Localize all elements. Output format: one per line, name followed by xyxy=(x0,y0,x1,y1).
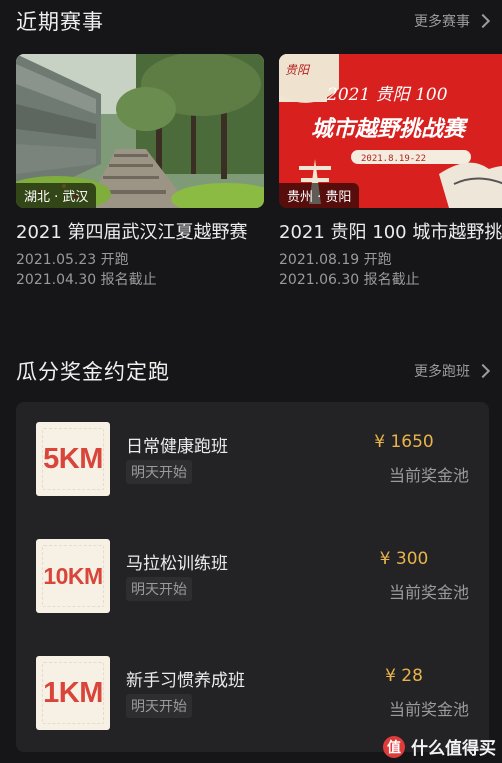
event-card-guiyang[interactable]: 贵阳 2021 贵阳 100 城市越野挑战赛 2021.8.19-22 贵州 ·… xyxy=(279,54,502,290)
poster-title-2: 城市越野挑战赛 xyxy=(311,116,469,142)
bonus-runs-card: 5KM 日常健康跑班 明天开始 ¥ 1650 当前奖金池 10KM 马拉松训练班… xyxy=(16,402,489,752)
more-events-link[interactable]: 更多赛事 xyxy=(414,11,491,31)
more-events-label: 更多赛事 xyxy=(414,14,470,30)
event-registration-deadline: 2021.06.30 报名截止 xyxy=(279,272,420,288)
event-name: 2021 贵阳 100 城市越野挑战赛 xyxy=(279,222,502,243)
event-location-badge: 贵州 · 贵阳 xyxy=(279,183,360,208)
poster-date: 2021.8.19-22 xyxy=(361,154,426,164)
start-tag: 明天开始 xyxy=(126,460,192,484)
run-class-row[interactable]: 1KM 新手习惯养成班 明天开始 ¥ 28 当前奖金池 xyxy=(36,656,469,731)
smzdm-watermark: 值 什么值得买 xyxy=(383,734,496,759)
more-runs-label: 更多跑班 xyxy=(414,364,470,380)
bonus-runs-title: 瓜分奖金约定跑 xyxy=(16,360,170,384)
event-start-date: 2021.08.19 开跑 xyxy=(279,252,392,268)
run-class-row[interactable]: 10KM 马拉松训练班 明天开始 ¥ 300 当前奖金池 xyxy=(36,539,469,614)
prize-pool-label: 当前奖金池 xyxy=(388,700,469,719)
prize-pool-label: 当前奖金池 xyxy=(388,583,469,602)
start-tag: 明天开始 xyxy=(126,694,192,718)
chevron-right-icon xyxy=(475,363,491,379)
run-class-name: 马拉松训练班 xyxy=(126,554,228,574)
event-image-guiyang: 贵阳 2021 贵阳 100 城市越野挑战赛 2021.8.19-22 贵州 ·… xyxy=(279,54,502,208)
poster-title-1: 2021 贵阳 100 xyxy=(326,85,448,105)
distance-badge: 1KM xyxy=(36,656,110,730)
prize-pool-amount: ¥ 28 xyxy=(385,666,423,686)
prize-pool-amount: ¥ 1650 xyxy=(374,432,434,452)
run-class-name: 新手习惯养成班 xyxy=(126,671,245,691)
distance-badge: 5KM xyxy=(36,422,110,496)
event-image-wuhan: 湖北 · 武汉 xyxy=(16,54,264,208)
recent-events-header: 近期赛事 更多赛事 xyxy=(16,6,491,36)
event-start-date: 2021.05.23 开跑 xyxy=(16,252,129,268)
event-location-badge: 湖北 · 武汉 xyxy=(16,183,97,208)
run-class-row[interactable]: 5KM 日常健康跑班 明天开始 ¥ 1650 当前奖金池 xyxy=(36,422,469,497)
event-card-wuhan[interactable]: 湖北 · 武汉 2021 第四届武汉江夏越野赛 2021.05.23 开跑 20… xyxy=(16,54,264,290)
event-name: 2021 第四届武汉江夏越野赛 xyxy=(16,222,248,243)
start-tag: 明天开始 xyxy=(126,577,192,601)
prize-pool-amount: ¥ 300 xyxy=(379,549,429,569)
more-runs-link[interactable]: 更多跑班 xyxy=(414,361,491,381)
svg-text:贵阳: 贵阳 xyxy=(285,63,311,77)
run-class-name: 日常健康跑班 xyxy=(126,437,228,457)
distance-badge: 10KM xyxy=(36,539,110,613)
prize-pool-label: 当前奖金池 xyxy=(388,466,469,485)
bonus-runs-header: 瓜分奖金约定跑 更多跑班 xyxy=(16,356,491,386)
chevron-right-icon xyxy=(475,13,491,29)
event-registration-deadline: 2021.04.30 报名截止 xyxy=(16,272,157,288)
recent-events-title: 近期赛事 xyxy=(16,10,104,34)
smzdm-logo-icon: 值 xyxy=(383,735,405,758)
watermark-text: 什么值得买 xyxy=(411,739,496,759)
